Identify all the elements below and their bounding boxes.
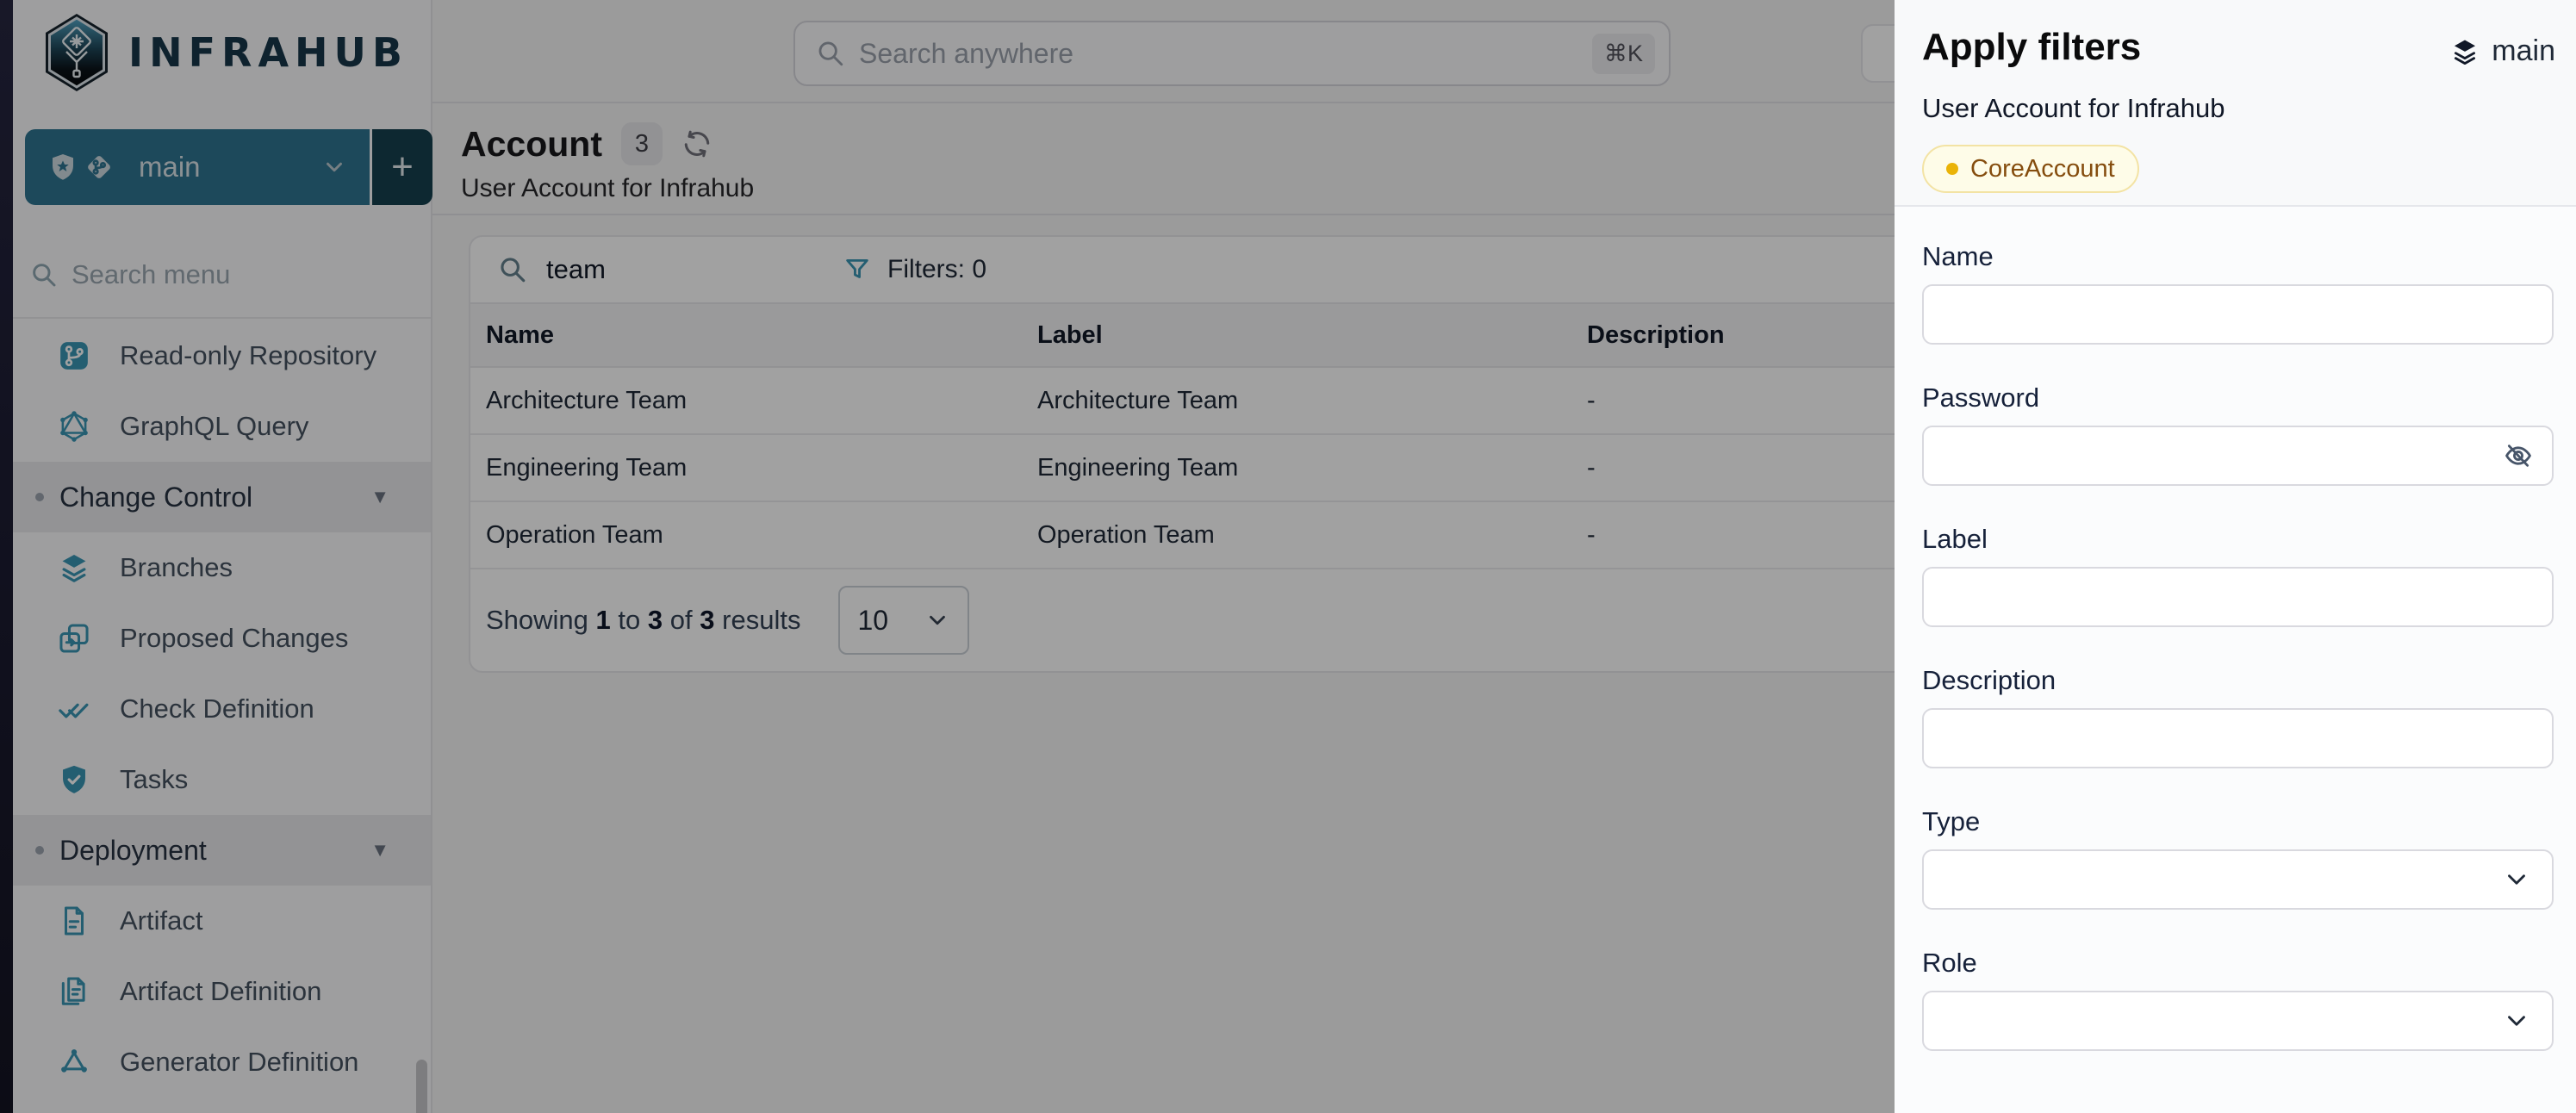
drawer-header: Apply filters main User Account for Infr… bbox=[1895, 0, 2576, 207]
field-label: Name bbox=[1922, 241, 2554, 272]
type-select[interactable] bbox=[1922, 849, 2554, 910]
drawer-subtitle: User Account for Infrahub bbox=[1922, 93, 2554, 124]
field-label: Description bbox=[1922, 665, 2554, 696]
field-group-label: Label bbox=[1922, 524, 2554, 627]
badge-dot-icon bbox=[1946, 163, 1958, 175]
field-label: Password bbox=[1922, 382, 2554, 413]
filter-form: Name Password Label bbox=[1895, 207, 2576, 1051]
layers-icon bbox=[2450, 37, 2480, 66]
field-group-name: Name bbox=[1922, 241, 2554, 345]
field-label: Type bbox=[1922, 806, 2554, 837]
field-group-description: Description bbox=[1922, 665, 2554, 768]
kind-badge: CoreAccount bbox=[1922, 145, 2139, 193]
label-field[interactable] bbox=[1922, 567, 2554, 627]
field-group-password: Password bbox=[1922, 382, 2554, 486]
name-field[interactable] bbox=[1922, 284, 2554, 345]
field-group-role: Role bbox=[1922, 948, 2554, 1051]
drawer-branch-label: main bbox=[2492, 34, 2555, 68]
chevron-down-icon bbox=[2502, 865, 2531, 894]
field-label: Role bbox=[1922, 948, 2554, 979]
field-label: Label bbox=[1922, 524, 2554, 555]
eye-off-icon[interactable] bbox=[2504, 441, 2533, 470]
kind-badge-label: CoreAccount bbox=[1970, 155, 2115, 183]
field-group-type: Type bbox=[1922, 806, 2554, 910]
infrahub-app: INFRAHUB main bbox=[0, 0, 2576, 1113]
password-field[interactable] bbox=[1922, 426, 2554, 486]
chevron-down-icon bbox=[2502, 1006, 2531, 1035]
description-field[interactable] bbox=[1922, 708, 2554, 768]
apply-filters-drawer: Apply filters main User Account for Infr… bbox=[1895, 0, 2576, 1113]
drawer-branch-indicator: main bbox=[2450, 34, 2555, 68]
role-select[interactable] bbox=[1922, 991, 2554, 1051]
